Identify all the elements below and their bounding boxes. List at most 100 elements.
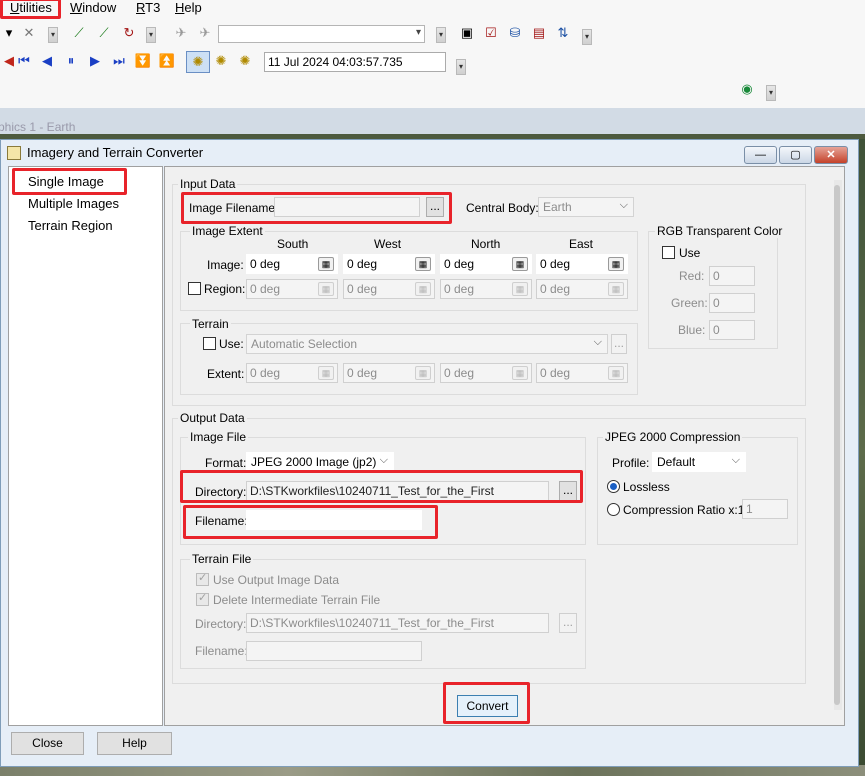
terrain-source-select[interactable]: Automatic Selection ⌵ bbox=[246, 334, 608, 354]
step-back-icon[interactable]: ⏮ bbox=[15, 52, 33, 70]
terrain-use-label: Use: bbox=[219, 337, 244, 351]
toolbar-grip[interactable]: ▾ bbox=[582, 29, 592, 45]
chevron-down-icon: ⌵ bbox=[731, 454, 740, 466]
highlight-directory bbox=[180, 470, 583, 503]
unit-picker-icon[interactable]: ▦ bbox=[512, 282, 528, 296]
terrain-filename-label: Filename: bbox=[195, 644, 248, 658]
central-body-label: Central Body: bbox=[466, 201, 539, 215]
play-reverse-icon[interactable]: ◀ bbox=[38, 52, 56, 70]
unit-picker-icon[interactable]: ▦ bbox=[608, 282, 624, 296]
minimize-button[interactable]: — bbox=[744, 146, 777, 164]
toolbar-grip[interactable]: ▾ bbox=[456, 59, 466, 75]
chart-tool-icon[interactable]: ⇅ bbox=[554, 24, 572, 42]
highlight-filename bbox=[183, 505, 438, 539]
use-output-image-checkbox[interactable] bbox=[196, 571, 209, 586]
line-tool-icon[interactable]: ⟋ bbox=[70, 24, 88, 42]
nav-item-terrain-region[interactable]: Terrain Region bbox=[28, 218, 113, 233]
toolbar-dropdown-icon[interactable]: ▾ bbox=[0, 24, 18, 42]
unit-picker-icon[interactable]: ▦ bbox=[415, 282, 431, 296]
terrain-browse-button[interactable]: ... bbox=[611, 334, 627, 354]
menu-window[interactable]: Window bbox=[70, 0, 116, 15]
format-value: JPEG 2000 Image (jp2) bbox=[251, 455, 377, 469]
pause-icon[interactable]: ⏸ bbox=[62, 52, 80, 70]
rgb-use-label: Use bbox=[679, 246, 701, 260]
realtime-clock-icon[interactable]: ✺ bbox=[186, 51, 210, 73]
compression-ratio-radio[interactable] bbox=[607, 503, 620, 516]
terrain-extent-label: Extent: bbox=[207, 367, 245, 381]
orbit-tool-icon[interactable]: ↻ bbox=[120, 24, 138, 42]
table-tool-icon[interactable]: ▤ bbox=[530, 24, 548, 42]
animation-time-field[interactable]: 11 Jul 2024 04:03:57.735 bbox=[264, 52, 446, 72]
database-tool-icon[interactable]: ⛁ bbox=[506, 24, 524, 42]
disabled-tool-icon[interactable]: ✈ bbox=[172, 24, 190, 42]
unit-picker-icon[interactable]: ▦ bbox=[318, 257, 334, 271]
rgb-use-checkbox[interactable] bbox=[662, 246, 675, 259]
nav-item-multiple-images[interactable]: Multiple Images bbox=[28, 196, 119, 211]
unit-picker-icon[interactable]: ▦ bbox=[318, 282, 334, 296]
slow-down-icon[interactable]: ⏬ bbox=[134, 52, 152, 70]
red-field[interactable]: 0 bbox=[709, 266, 755, 286]
use-output-image-label: Use Output Image Data bbox=[213, 573, 340, 587]
terrain-filename-field[interactable] bbox=[246, 641, 422, 661]
green-label: Green: bbox=[671, 296, 708, 310]
toolbar-grip[interactable]: ▾ bbox=[766, 85, 776, 101]
terrain-directory-browse-button[interactable]: ... bbox=[559, 613, 577, 633]
report-tool-icon[interactable]: ▣ bbox=[458, 24, 476, 42]
unit-picker-icon[interactable]: ▦ bbox=[608, 366, 624, 380]
step-forward-icon[interactable]: ⏭ bbox=[110, 52, 128, 70]
delete-intermediate-checkbox[interactable] bbox=[196, 591, 209, 606]
toolbar-grip[interactable]: ▾ bbox=[436, 27, 446, 43]
toolbar-grip[interactable]: ▾ bbox=[48, 27, 58, 43]
format-select[interactable]: JPEG 2000 Image (jp2) ⌵ bbox=[246, 452, 394, 472]
compression-ratio-field[interactable]: 1 bbox=[742, 499, 788, 519]
output-data-label: Output Data bbox=[178, 411, 247, 425]
background-window-titlebar bbox=[0, 108, 865, 134]
unit-picker-icon[interactable]: ▦ bbox=[415, 257, 431, 271]
maximize-button[interactable]: ▢ bbox=[779, 146, 812, 164]
menu-rt3-label: T3 bbox=[145, 0, 161, 15]
profile-select[interactable]: Default ⌵ bbox=[652, 452, 746, 472]
image-file-label: Image File bbox=[188, 430, 249, 444]
lossless-radio[interactable] bbox=[607, 480, 620, 493]
unit-picker-icon[interactable]: ▦ bbox=[512, 257, 528, 271]
terrain-directory-label: Directory: bbox=[195, 617, 247, 631]
graph-tool-icon[interactable]: ☑ bbox=[482, 24, 500, 42]
chevron-down-icon: ⌵ bbox=[593, 336, 602, 348]
toolbar-object-dropdown[interactable]: ▾ bbox=[218, 25, 425, 43]
terrain-use-checkbox[interactable] bbox=[203, 337, 216, 350]
green-field[interactable]: 0 bbox=[709, 293, 755, 313]
toolbar-grip[interactable]: ▾ bbox=[146, 27, 156, 43]
image-extent-label: Image Extent bbox=[190, 224, 265, 238]
image-extent-image-label: Image: bbox=[207, 258, 244, 272]
xreal-clock-icon[interactable]: ✺ bbox=[212, 52, 230, 70]
vector-tool-icon[interactable]: ⟋ bbox=[95, 24, 113, 42]
input-data-label: Input Data bbox=[178, 177, 238, 191]
scrollbar-thumb[interactable] bbox=[834, 185, 840, 705]
help-button[interactable]: Help bbox=[97, 732, 172, 755]
menu-rt3[interactable]: RT3 bbox=[136, 0, 160, 15]
unit-picker-icon[interactable]: ▦ bbox=[318, 366, 334, 380]
south-header: South bbox=[277, 237, 309, 251]
unit-picker-icon[interactable]: ▦ bbox=[512, 366, 528, 380]
globe-tool-icon[interactable]: ◉ bbox=[738, 80, 756, 98]
central-body-select[interactable]: Earth ⌵ bbox=[538, 197, 634, 217]
unit-picker-icon[interactable]: ▦ bbox=[415, 366, 431, 380]
step-clock-icon[interactable]: ✺ bbox=[236, 52, 254, 70]
speed-up-icon[interactable]: ⏫ bbox=[158, 52, 176, 70]
disabled-tool-icon[interactable]: ✈ bbox=[196, 24, 214, 42]
maximize-icon: ▢ bbox=[790, 149, 801, 161]
play-forward-icon[interactable]: ▶ bbox=[86, 52, 104, 70]
region-checkbox[interactable] bbox=[188, 282, 201, 295]
blue-field[interactable]: 0 bbox=[709, 320, 755, 340]
dialog-app-icon bbox=[7, 146, 21, 160]
menu-window-mnemonic: W bbox=[70, 0, 83, 15]
disabled-tool-icon[interactable]: ✕ bbox=[20, 24, 38, 42]
format-label: Format: bbox=[205, 456, 247, 470]
highlight-convert bbox=[443, 682, 530, 724]
close-window-button[interactable]: ✕ bbox=[814, 146, 848, 164]
close-button[interactable]: Close bbox=[11, 732, 84, 755]
unit-picker-icon[interactable]: ▦ bbox=[608, 257, 624, 271]
terrain-directory-field[interactable]: D:\STKworkfiles\10240711_Test_for_the_Fi… bbox=[246, 613, 549, 633]
menu-help[interactable]: Help bbox=[175, 0, 202, 15]
chevron-down-icon: ⌵ bbox=[379, 454, 388, 466]
